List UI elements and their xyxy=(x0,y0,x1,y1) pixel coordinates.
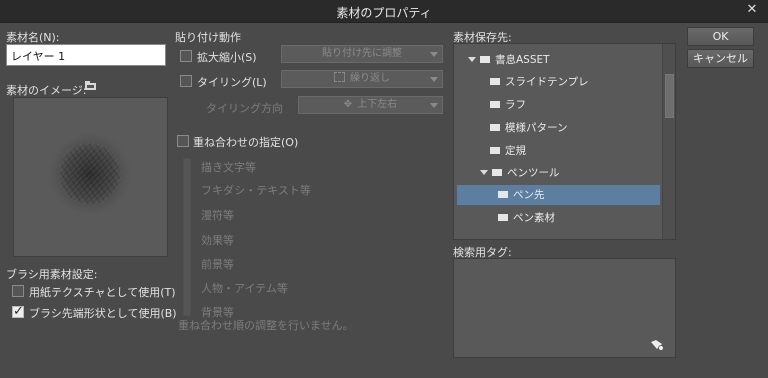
material-image-preview xyxy=(13,97,168,257)
tree-item[interactable]: ペンツール xyxy=(480,163,560,183)
overlay-note: 重ね合わせ順の調整を行いません。 xyxy=(178,319,354,332)
tiling-dropdown[interactable]: 繰り返し xyxy=(281,70,443,88)
repeat-icon xyxy=(334,72,345,82)
brush-tip-checkbox[interactable] xyxy=(12,304,24,319)
tree-item[interactable]: 書息ASSET xyxy=(468,50,550,70)
material-name-input[interactable]: レイヤー 1 xyxy=(6,44,166,66)
overlay-item: 効果等 xyxy=(201,234,234,247)
tiling-label: タイリング(L) xyxy=(197,76,267,89)
add-tag-icon[interactable] xyxy=(650,339,664,351)
folder-icon xyxy=(492,169,502,176)
tiling-direction-dropdown[interactable]: ✥ 上下左右 xyxy=(298,96,443,114)
tree-item[interactable]: ラフ xyxy=(490,95,526,115)
search-tags-box[interactable] xyxy=(453,258,676,358)
folder-icon xyxy=(498,214,508,221)
brush-texture-image xyxy=(46,130,134,218)
paper-texture-label: 用紙テクスチャとして使用(T) xyxy=(29,286,176,299)
title-bar: 素材のプロパティ ✕ xyxy=(0,0,768,23)
tree-item[interactable]: ペン素材 xyxy=(498,208,555,228)
overlay-item: 前景等 xyxy=(201,258,234,271)
tree-item[interactable]: 模様パターン xyxy=(490,118,567,138)
scale-label: 拡大縮小(S) xyxy=(197,51,257,64)
paste-behavior-label: 貼り付け動作 xyxy=(175,31,241,44)
folder-icon xyxy=(490,124,500,131)
overlay-item: 人物・アイテム等 xyxy=(201,282,288,295)
paper-texture-checkbox[interactable] xyxy=(12,285,24,297)
scale-dropdown[interactable]: 貼り付け先に調整 xyxy=(281,45,443,63)
tiling-direction-value: 上下左右 xyxy=(357,99,398,110)
move-arrows-icon: ✥ xyxy=(343,99,353,110)
expand-arrow-icon xyxy=(468,57,476,62)
expand-arrow-icon xyxy=(480,170,488,175)
close-icon[interactable]: ✕ xyxy=(744,2,760,18)
folder-icon xyxy=(498,191,508,198)
ok-button[interactable]: OK xyxy=(687,27,754,46)
tiling-direction-label: タイリング方向 xyxy=(206,102,283,115)
cancel-button[interactable]: キャンセル xyxy=(687,49,754,68)
tree-item-selected[interactable]: ペン先 xyxy=(457,185,660,205)
tree-item[interactable]: 定規 xyxy=(490,141,526,161)
folder-icon xyxy=(490,147,500,154)
overlay-label: 重ね合わせの指定(O) xyxy=(193,136,299,149)
folder-icon xyxy=(490,101,500,108)
folder-icon xyxy=(490,78,500,85)
save-location-tree[interactable]: 書息ASSET スライドテンプレ ラフ 模様パターン 定規 ペンツール ペン先 … xyxy=(453,43,676,240)
window-title: 素材のプロパティ xyxy=(336,6,432,20)
tree-scrollbar-thumb[interactable] xyxy=(665,74,674,118)
image-import-icon[interactable] xyxy=(84,80,98,91)
chevron-down-icon xyxy=(430,103,438,108)
overlay-checkbox[interactable] xyxy=(177,135,189,147)
overlay-slider-track[interactable] xyxy=(183,158,191,316)
scale-checkbox[interactable] xyxy=(180,50,192,62)
tiling-checkbox[interactable] xyxy=(180,75,192,87)
tiling-dropdown-value: 繰り返し xyxy=(350,73,390,84)
material-name-label: 素材名(N): xyxy=(6,31,60,44)
brush-tip-label: ブラシ先端形状として使用(B) xyxy=(29,307,177,320)
overlay-item: 描き文字等 xyxy=(201,161,256,174)
scale-dropdown-value: 貼り付け先に調整 xyxy=(322,48,402,59)
tree-item[interactable]: スライドテンプレ xyxy=(490,72,589,92)
tree-scrollbar[interactable] xyxy=(662,44,675,239)
overlay-item: フキダシ・テキスト等 xyxy=(201,184,311,197)
overlay-item: 漫符等 xyxy=(201,209,234,222)
chevron-down-icon xyxy=(430,77,438,82)
brush-settings-label: ブラシ用素材設定: xyxy=(6,268,98,281)
folder-icon xyxy=(480,56,490,63)
material-image-label: 素材のイメージ: xyxy=(6,84,87,97)
chevron-down-icon xyxy=(430,52,438,57)
